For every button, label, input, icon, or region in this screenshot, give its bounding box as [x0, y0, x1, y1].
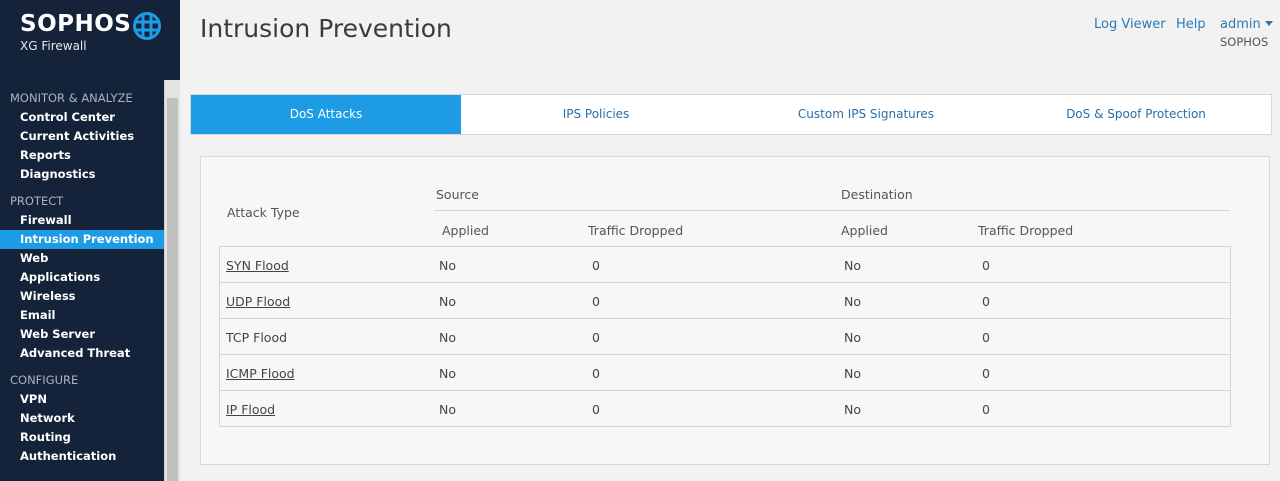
destination-header: Destination	[841, 187, 913, 202]
table-row: SYN Flood No 0 No 0	[220, 247, 1230, 283]
destination-applied-cell: No	[844, 294, 861, 309]
table-row: IP Flood No 0 No 0	[220, 391, 1230, 426]
source-dropped-cell: 0	[592, 402, 600, 417]
help-link[interactable]: Help	[1176, 17, 1206, 32]
sidebar-item-firewall[interactable]: Firewall	[0, 211, 164, 230]
sidebar-item-wireless[interactable]: Wireless	[0, 287, 164, 306]
destination-applied-cell: No	[844, 258, 861, 273]
header-divider	[434, 210, 1230, 211]
table-row: UDP Flood No 0 No 0	[220, 283, 1230, 319]
sidebar-item-advanced-threat[interactable]: Advanced Threat	[0, 344, 164, 363]
source-dropped-cell: 0	[592, 294, 600, 309]
source-applied-cell: No	[439, 330, 456, 345]
scrollbar-thumb[interactable]	[167, 98, 178, 481]
tab-dos-attacks[interactable]: DoS Attacks	[191, 95, 461, 134]
destination-applied-cell: No	[844, 330, 861, 345]
attack-type-cell: TCP Flood	[226, 330, 288, 345]
globe-icon	[133, 12, 161, 40]
attack-type-header: Attack Type	[227, 205, 300, 220]
source-dropped-cell: 0	[592, 330, 600, 345]
sidebar-item-diagnostics[interactable]: Diagnostics	[0, 165, 164, 184]
table-row: ICMP Flood No 0 No 0	[220, 355, 1230, 391]
destination-dropped-cell: 0	[982, 294, 990, 309]
sidebar-item-network[interactable]: Network	[0, 409, 164, 428]
brand-product: XG Firewall	[20, 39, 87, 53]
log-viewer-link[interactable]: Log Viewer	[1094, 17, 1166, 32]
attack-type-link[interactable]: SYN Flood	[226, 258, 289, 273]
sidebar-item-web-server[interactable]: Web Server	[0, 325, 164, 344]
nav-section-title: CONFIGURE	[10, 373, 79, 387]
destination-dropped-header: Traffic Dropped	[978, 223, 1074, 238]
destination-dropped-cell: 0	[982, 258, 990, 273]
destination-applied-cell: No	[844, 402, 861, 417]
source-dropped-header: Traffic Dropped	[588, 223, 684, 238]
tab-custom-ips-signatures[interactable]: Custom IPS Signatures	[731, 95, 1001, 134]
nav-section-title: MONITOR & ANALYZE	[10, 91, 133, 105]
attack-type-link[interactable]: UDP Flood	[226, 294, 290, 309]
sidebar-nav: MONITOR & ANALYZE Control Center Current A…	[0, 80, 164, 481]
attack-type-link[interactable]: ICMP Flood	[226, 366, 295, 381]
source-header: Source	[436, 187, 479, 202]
source-applied-cell: No	[439, 402, 456, 417]
sidebar-item-routing[interactable]: Routing	[0, 428, 164, 447]
source-applied-cell: No	[439, 258, 456, 273]
sidebar-item-control-center[interactable]: Control Center	[0, 108, 164, 127]
source-dropped-cell: 0	[592, 366, 600, 381]
user-name: admin	[1220, 17, 1261, 32]
sidebar-item-web[interactable]: Web	[0, 249, 164, 268]
sidebar-item-intrusion-prevention[interactable]: Intrusion Prevention	[0, 230, 164, 249]
destination-applied-header: Applied	[841, 223, 888, 238]
chevron-down-icon	[1264, 21, 1273, 26]
sidebar-scrollbar[interactable]	[164, 80, 180, 481]
tab-bar: DoS Attacks IPS Policies Custom IPS Sign…	[190, 94, 1272, 135]
page-title: Intrusion Prevention	[200, 14, 452, 43]
sidebar-item-email[interactable]: Email	[0, 306, 164, 325]
sidebar-item-vpn[interactable]: VPN	[0, 390, 164, 409]
sidebar-item-reports[interactable]: Reports	[0, 146, 164, 165]
attack-type-link[interactable]: IP Flood	[226, 402, 275, 417]
source-applied-cell: No	[439, 294, 456, 309]
sidebar: SOPHOS XG Firewall MONITOR & ANALYZE Cont…	[0, 0, 180, 481]
attack-table: SYN Flood No 0 No 0 UDP Flood No 0 No 0 TCP Flood N…	[219, 246, 1231, 427]
source-dropped-cell: 0	[592, 258, 600, 273]
table-row: TCP Flood No 0 No 0	[220, 319, 1230, 355]
sidebar-item-applications[interactable]: Applications	[0, 268, 164, 287]
source-applied-cell: No	[439, 366, 456, 381]
organization-name: SOPHOS	[1220, 35, 1269, 49]
source-applied-header: Applied	[442, 223, 489, 238]
user-menu[interactable]: admin	[1220, 17, 1273, 32]
nav-section-title: PROTECT	[10, 194, 64, 208]
sidebar-item-current-activities[interactable]: Current Activities	[0, 127, 164, 146]
destination-dropped-cell: 0	[982, 330, 990, 345]
brand[interactable]: SOPHOS XG Firewall	[0, 0, 180, 80]
destination-dropped-cell: 0	[982, 402, 990, 417]
destination-applied-cell: No	[844, 366, 861, 381]
tab-ips-policies[interactable]: IPS Policies	[461, 95, 731, 134]
destination-dropped-cell: 0	[982, 366, 990, 381]
sidebar-item-authentication[interactable]: Authentication	[0, 447, 164, 466]
tab-dos-spoof-protection[interactable]: DoS & Spoof Protection	[1001, 95, 1271, 134]
